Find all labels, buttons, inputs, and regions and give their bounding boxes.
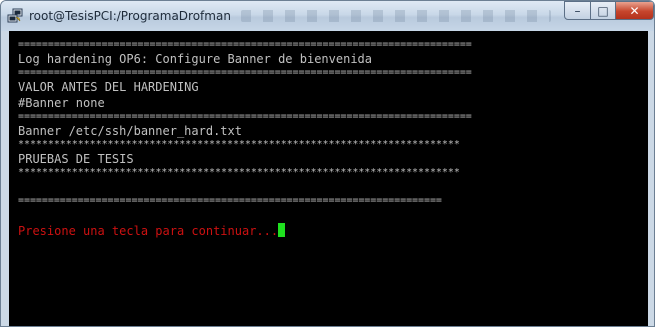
minimize-button[interactable]: –	[564, 1, 591, 20]
maximize-icon: □	[597, 3, 609, 18]
title-bar-background-ghost	[241, 10, 551, 22]
maximize-button[interactable]: □	[591, 1, 616, 20]
continue-prompt: Presione una tecla para continuar...	[18, 224, 279, 238]
text-cursor	[278, 223, 286, 237]
title-bar[interactable]: root@TesisPCI:/ProgramaDrofman – □ ✕	[1, 1, 654, 31]
separator-line: ========================================…	[18, 111, 472, 122]
separator-line: ****************************************…	[18, 139, 460, 150]
after-value-line: Banner /etc/ssh/banner_hard.txt	[18, 124, 242, 138]
separator-line: ****************************************…	[18, 167, 460, 178]
putty-icon	[7, 8, 23, 23]
minimize-icon: –	[574, 3, 581, 18]
prompt-line: Presione una tecla para continuar...	[18, 223, 648, 239]
window-title: root@TesisPCI:/ProgramaDrofman	[29, 9, 231, 23]
separator-line: ========================================…	[18, 67, 472, 78]
banner-text-line: PRUEBAS DE TESIS	[18, 152, 134, 166]
before-value-line: #Banner none	[18, 96, 105, 110]
separator-line: ========================================…	[18, 39, 472, 50]
separator-line: ========================================…	[18, 195, 442, 206]
log-header-line: Log hardening OP6: Configure Banner de b…	[18, 52, 373, 66]
terminal-window: root@TesisPCI:/ProgramaDrofman – □ ✕ ===…	[0, 0, 655, 327]
terminal-output[interactable]: ========================================…	[9, 31, 648, 326]
close-icon: ✕	[629, 3, 640, 18]
caption-buttons: – □ ✕	[564, 1, 654, 21]
close-button[interactable]: ✕	[616, 1, 654, 20]
before-label-line: VALOR ANTES DEL HARDENING	[18, 80, 199, 94]
